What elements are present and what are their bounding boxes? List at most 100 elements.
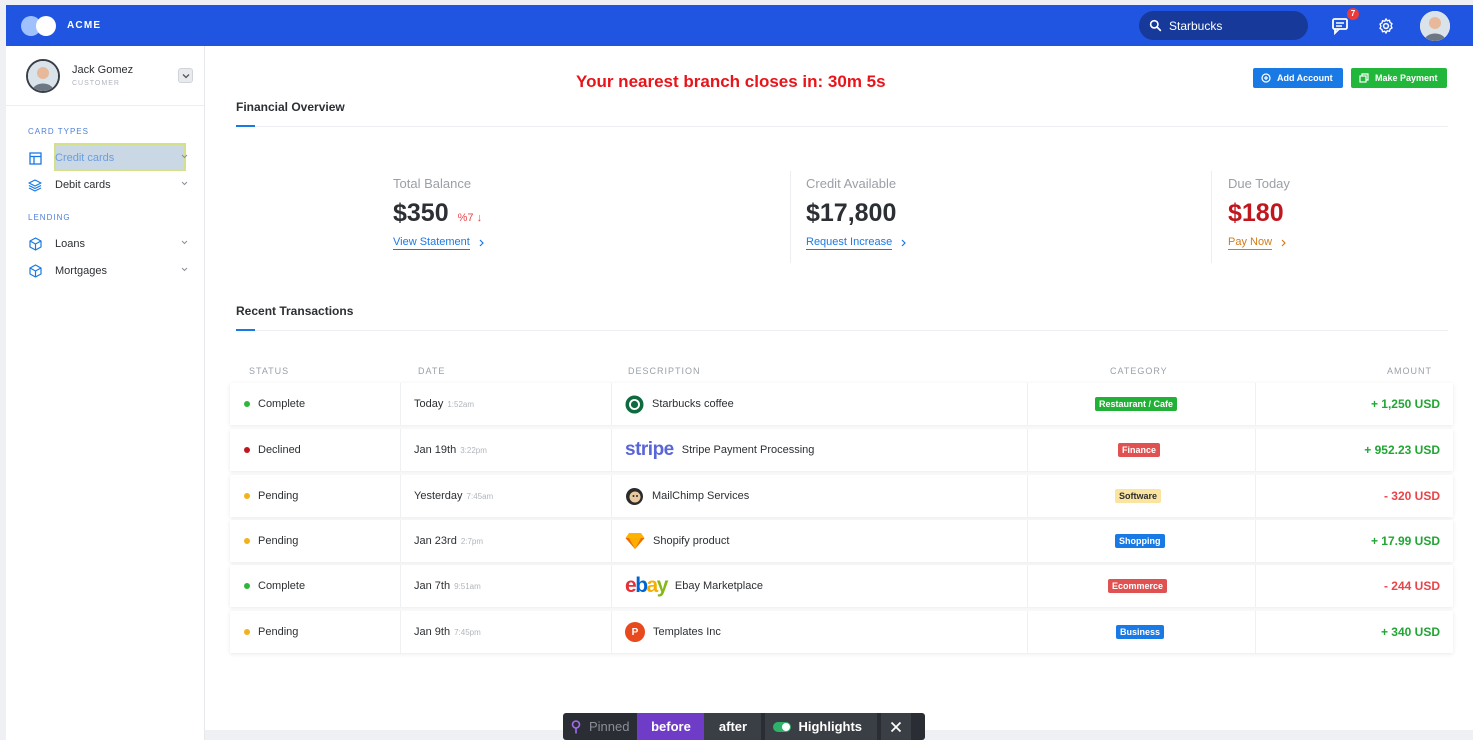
- highlights-toggle[interactable]: Highlights: [765, 713, 878, 740]
- starbucks-logo-icon: [625, 395, 644, 414]
- sidebar-item-credit-cards[interactable]: Credit cards: [28, 143, 188, 171]
- add-account-button[interactable]: Add Account: [1253, 68, 1343, 88]
- toggle-switch: [773, 721, 792, 732]
- description-text: MailChimp Services: [652, 490, 750, 502]
- category-badge: Restaurant / Cafe: [1095, 397, 1178, 411]
- chevron-down-icon: [182, 73, 189, 78]
- stat-label: Total Balance: [393, 176, 472, 191]
- table-row[interactable]: Pending Jan 23rd 2:7pm Shopify product Sh…: [230, 520, 1453, 562]
- avatar: [26, 58, 60, 93]
- status-dot: [244, 538, 250, 544]
- mailchimp-logo-icon: [625, 487, 644, 506]
- main-content: Your nearest branch closes in: 30m 5s Ad…: [205, 46, 1473, 730]
- status-dot: [244, 401, 250, 407]
- before-tab[interactable]: before: [637, 713, 705, 740]
- column-header-status[interactable]: STATUS: [249, 366, 289, 376]
- amount-text: - 244 USD: [1383, 579, 1440, 593]
- chevron-down-icon: [181, 240, 188, 245]
- pinned-indicator[interactable]: Pinned: [563, 713, 637, 740]
- category-badge: Shopping: [1115, 534, 1165, 548]
- plus-circle-icon: [1261, 73, 1271, 83]
- column-header-date[interactable]: DATE: [418, 366, 445, 376]
- date-text: Jan 9th: [414, 626, 451, 638]
- sidebar-item-label: Credit cards: [55, 152, 115, 164]
- nav-section-card-types: CARD TYPES: [28, 127, 89, 136]
- sidebar: Jack Gomez CUSTOMER CARD TYPES Credit ca…: [6, 46, 205, 740]
- highlights-label: Highlights: [798, 719, 863, 734]
- pin-icon: [571, 719, 581, 733]
- due-today-value: $180: [1228, 199, 1284, 227]
- financial-overview-title: Financial Overview: [236, 100, 345, 114]
- gear-icon: [1379, 18, 1393, 34]
- amount-text: + 340 USD: [1380, 625, 1440, 639]
- copy-icon: [1359, 73, 1369, 83]
- sketch-logo-icon: [625, 532, 645, 550]
- status-text: Pending: [258, 535, 299, 547]
- credit-available-value: $17,800: [806, 199, 897, 227]
- time-text: 2:7pm: [460, 536, 484, 546]
- column-header-amount[interactable]: AMOUNT: [1387, 366, 1432, 376]
- compare-toolbar: Pinned before after Highlights: [563, 713, 925, 740]
- description-text: Starbucks coffee: [652, 398, 734, 410]
- table-row[interactable]: Pending Yesterday 7:45am MailChimp Servic…: [230, 475, 1453, 517]
- description-text: Stripe Payment Processing: [681, 444, 815, 456]
- stat-label: Due Today: [1228, 176, 1290, 191]
- column-header-description[interactable]: DESCRIPTION: [628, 366, 701, 376]
- sidebar-item-label: Loans: [55, 238, 85, 250]
- amount-text: - 320 USD: [1383, 489, 1440, 503]
- description-text: Templates Inc: [653, 626, 721, 638]
- amount-text: + 952.23 USD: [1364, 443, 1440, 457]
- view-statement-link[interactable]: View Statement: [393, 236, 484, 250]
- top-navbar: ACME 7: [6, 5, 1473, 46]
- time-text: 9:51am: [454, 581, 481, 591]
- chevron-down-icon: [181, 181, 188, 186]
- chevron-right-icon: [901, 239, 907, 247]
- table-row[interactable]: Complete Jan 7th 9:51am ebay Ebay Marketp…: [230, 565, 1453, 607]
- sidebar-item-debit-cards[interactable]: Debit cards: [28, 174, 188, 196]
- request-increase-link[interactable]: Request Increase: [806, 236, 907, 250]
- profile-menu-toggle[interactable]: [178, 68, 193, 83]
- sidebar-item-loans[interactable]: Loans: [28, 233, 188, 255]
- after-tab[interactable]: after: [704, 713, 762, 740]
- user-profile: Jack Gomez CUSTOMER: [6, 46, 204, 106]
- make-payment-button[interactable]: Make Payment: [1351, 68, 1447, 88]
- search-input[interactable]: [1169, 18, 1299, 33]
- time-text: 7:45pm: [454, 627, 481, 637]
- category-badge: Software: [1115, 489, 1162, 503]
- search-icon: [1149, 19, 1162, 32]
- user-avatar[interactable]: [1420, 11, 1450, 41]
- category-badge: Business: [1116, 625, 1165, 639]
- nav-section-lending: LENDING: [28, 213, 71, 222]
- status-text: Complete: [258, 398, 306, 410]
- date-text: Yesterday: [414, 490, 463, 502]
- credit-available-card: Credit Available $17,800 Request Increas…: [806, 176, 907, 250]
- pay-now-link[interactable]: Pay Now: [1228, 236, 1290, 250]
- user-name: Jack Gomez: [72, 64, 134, 76]
- chevron-down-icon: [181, 154, 188, 159]
- branch-countdown: Your nearest branch closes in: 30m 5s: [576, 72, 886, 91]
- date-text: Today: [414, 398, 444, 410]
- chevron-right-icon: [1281, 239, 1286, 247]
- settings-button[interactable]: [1375, 16, 1397, 36]
- search-box[interactable]: [1139, 11, 1308, 40]
- sidebar-item-mortgages[interactable]: Mortgages: [28, 260, 188, 282]
- table-row[interactable]: Complete Today 1:52am Starbucks coffee Re…: [230, 383, 1453, 425]
- status-text: Pending: [258, 490, 299, 502]
- category-badge: Ecommerce: [1108, 579, 1168, 593]
- status-dot: [244, 583, 250, 589]
- brand-logo[interactable]: ACME: [21, 15, 102, 36]
- brand-name: ACME: [67, 20, 102, 31]
- balance-change: %7 ↓: [457, 212, 483, 224]
- status-text: Pending: [258, 626, 299, 638]
- column-header-category[interactable]: CATEGORY: [1110, 366, 1168, 376]
- status-dot: [244, 629, 250, 635]
- chevron-right-icon: [479, 239, 484, 247]
- ebay-logo-icon: ebay: [625, 574, 668, 597]
- close-toolbar-button[interactable]: [881, 713, 912, 740]
- date-text: Jan 19th: [414, 444, 457, 456]
- table-row[interactable]: Declined Jan 19th 3:22pm stripe Stripe Pa…: [230, 429, 1453, 471]
- status-text: Complete: [258, 580, 306, 592]
- stripe-logo-icon: stripe: [625, 439, 674, 460]
- table-row[interactable]: Pending Jan 9th 7:45pm P Templates Inc Bu…: [230, 611, 1453, 653]
- user-role: CUSTOMER: [72, 80, 120, 87]
